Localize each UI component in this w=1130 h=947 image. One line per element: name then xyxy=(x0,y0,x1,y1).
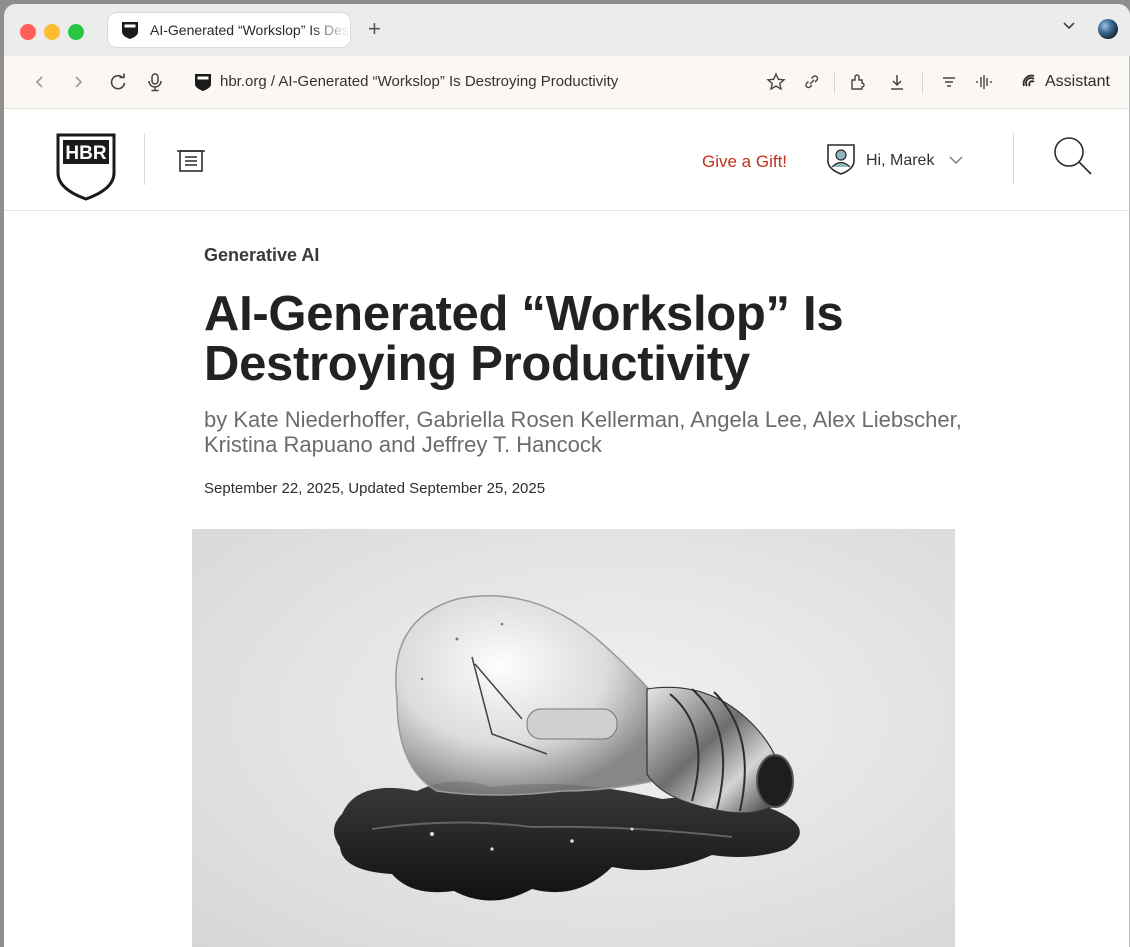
menu-icon[interactable] xyxy=(176,149,206,173)
assistant-label: Assistant xyxy=(1045,73,1110,90)
close-window-button[interactable] xyxy=(20,24,36,40)
user-avatar-icon[interactable] xyxy=(826,143,856,175)
reload-icon[interactable] xyxy=(108,72,128,92)
user-greeting[interactable]: Hi, Marek xyxy=(866,152,934,170)
article-category[interactable]: Generative AI xyxy=(204,245,319,266)
hbr-logo[interactable]: HBR xyxy=(56,133,116,201)
web-page: HBR Give a Gift! Hi, Marek Generative AI… xyxy=(4,109,1130,947)
logo-text: HBR xyxy=(65,143,106,164)
minimize-window-button[interactable] xyxy=(44,24,60,40)
new-tab-button[interactable]: + xyxy=(368,18,381,40)
assistant-button[interactable]: Assistant xyxy=(1020,72,1110,92)
extensions-icon[interactable] xyxy=(848,72,868,92)
tab-bar: AI-Generated “Workslop” Is Destroying Pr… xyxy=(4,4,1130,56)
assistant-icon xyxy=(1022,74,1035,87)
melting-lightbulb-illustration xyxy=(333,595,800,901)
hero-image xyxy=(192,529,955,947)
active-tab[interactable]: AI-Generated “Workslop” Is Destroying Pr… xyxy=(108,13,350,47)
address-bar[interactable]: hbr.org / AI-Generated “Workslop” Is Des… xyxy=(220,73,618,90)
site-header: HBR Give a Gift! Hi, Marek xyxy=(4,109,1130,211)
hbr-favicon-icon xyxy=(195,74,211,91)
article-headline: AI-Generated “Workslop” Is Destroying Pr… xyxy=(204,287,844,391)
share-link-icon[interactable] xyxy=(802,72,820,92)
chevron-down-icon[interactable] xyxy=(948,155,964,165)
url-host: hbr.org xyxy=(220,73,267,90)
download-icon[interactable] xyxy=(888,72,906,92)
navigation-toolbar: hbr.org / AI-Generated “Workslop” Is Des… xyxy=(4,56,1130,109)
browser-window: AI-Generated “Workslop” Is Destroying Pr… xyxy=(4,4,1130,947)
profile-icon[interactable] xyxy=(1098,19,1118,39)
back-icon[interactable] xyxy=(34,72,46,92)
bookmark-star-icon[interactable] xyxy=(766,72,786,92)
article-byline: by Kate Niederhoffer, Gabriella Rosen Ke… xyxy=(204,407,962,457)
microphone-icon[interactable] xyxy=(146,72,164,92)
zoom-window-button[interactable] xyxy=(68,24,84,40)
give-gift-link[interactable]: Give a Gift! xyxy=(702,152,787,172)
voice-icon[interactable] xyxy=(974,72,994,92)
url-page-title: AI-Generated “Workslop” Is Destroying Pr… xyxy=(278,73,619,90)
chevron-down-icon[interactable] xyxy=(1062,20,1076,30)
forward-icon[interactable] xyxy=(72,72,84,92)
search-icon[interactable] xyxy=(1052,135,1094,177)
reader-view-icon[interactable] xyxy=(940,72,958,92)
url-separator: / xyxy=(266,73,279,90)
article-date: September 22, 2025, Updated September 25… xyxy=(204,480,546,497)
hbr-favicon-icon xyxy=(122,21,138,39)
